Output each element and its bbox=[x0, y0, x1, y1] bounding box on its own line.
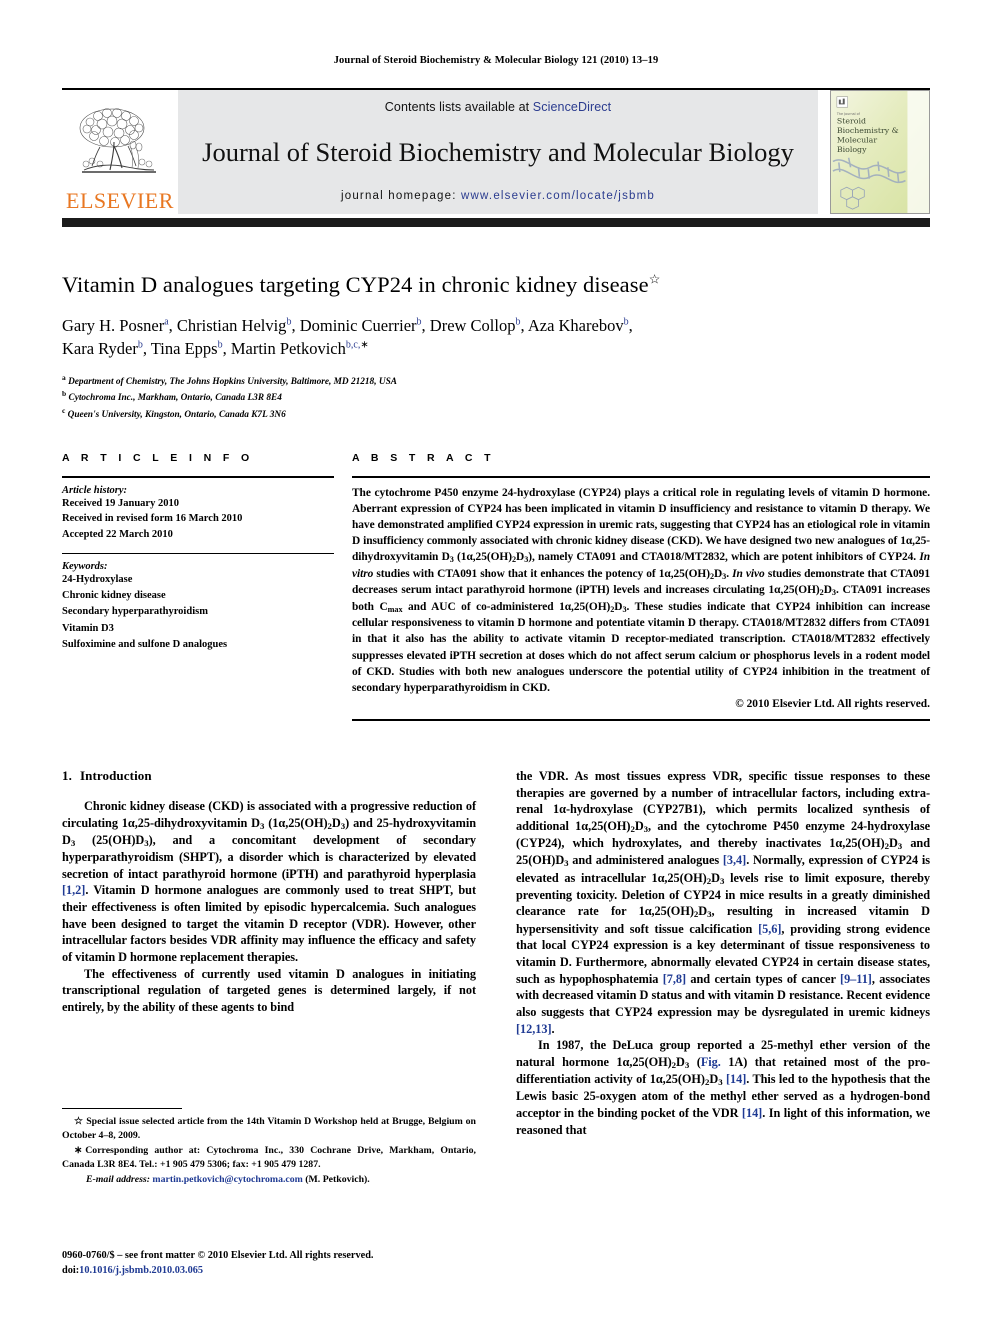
running-head: Journal of Steroid Biochemistry & Molecu… bbox=[333, 55, 659, 66]
abstract-heading: A B S T R A C T bbox=[352, 452, 495, 464]
footnote-special-issue: ☆ Special issue selected article from the… bbox=[62, 1115, 476, 1143]
body-column-left: 1. Introduction Chronic kidney disease (C… bbox=[62, 768, 476, 1138]
elsevier-logo: ELSEVIER bbox=[62, 90, 178, 214]
paper-page: Journal of Steroid Biochemistry & Molecu… bbox=[0, 0, 992, 1323]
citation-ref[interactable]: [3,4] bbox=[723, 853, 746, 867]
elsevier-wordmark: ELSEVIER bbox=[66, 188, 174, 213]
affiliation-b-mark: b bbox=[62, 389, 67, 399]
article-info-heading: A R T I C L E I N F O bbox=[62, 452, 254, 464]
citation-ref[interactable]: [1,2] bbox=[62, 883, 85, 897]
title-block: Vitamin D analogues targeting CYP24 in c… bbox=[62, 272, 930, 422]
abstract-rule bbox=[352, 476, 930, 478]
paragraph-intro-1: Chronic kidney disease (CKD) is associat… bbox=[62, 799, 476, 964]
citation-ref[interactable]: [5,6] bbox=[758, 922, 781, 936]
abstract-text: The cytochrome P450 enzyme 24-hydroxylas… bbox=[352, 486, 931, 694]
affiliation-c-mark: c bbox=[62, 405, 66, 415]
masthead-band: Contents lists available at ScienceDirec… bbox=[178, 90, 818, 214]
issn-block: 0960-0760/$ – see front matter © 2010 El… bbox=[62, 1248, 502, 1278]
keyword-item: 24-Hydroxylase bbox=[62, 573, 133, 585]
column-gutter bbox=[334, 452, 352, 721]
article-title: Vitamin D analogues targeting CYP24 in c… bbox=[62, 272, 930, 298]
footnote-star-marker: ☆ bbox=[74, 1116, 84, 1128]
footnote-block: ☆ Special issue selected article from the… bbox=[62, 1108, 476, 1188]
svg-text:Biochemistry &: Biochemistry & bbox=[837, 126, 899, 135]
footnote-email: E-mail address: martin.petkovich@cytochr… bbox=[62, 1173, 476, 1187]
history-received: Received 19 January 2010 bbox=[62, 497, 179, 509]
masthead-bottom-rule bbox=[62, 218, 930, 227]
svg-text:Molecular: Molecular bbox=[837, 136, 878, 145]
journal-homepage-link[interactable]: www.elsevier.com/locate/jsbmb bbox=[461, 190, 655, 202]
svg-text:Steroid: Steroid bbox=[837, 117, 866, 126]
body-column-right: the VDR. As most tissues express VDR, sp… bbox=[516, 768, 930, 1138]
svg-text:Biology: Biology bbox=[837, 145, 867, 154]
email-owner: (M. Petkovich). bbox=[305, 1173, 370, 1185]
article-history-label: Article history: bbox=[62, 484, 128, 496]
affiliation-a-text: Department of Chemistry, The Johns Hopki… bbox=[68, 376, 397, 387]
doi-label: doi: bbox=[62, 1265, 80, 1277]
doi-line: doi:10.1016/j.jsbmb.2010.03.065 bbox=[62, 1263, 502, 1278]
sciencedirect-link[interactable]: ScienceDirect bbox=[533, 100, 611, 114]
abstract-bottom-rule bbox=[352, 718, 930, 721]
contents-available-line: Contents lists available at ScienceDirec… bbox=[385, 100, 611, 114]
journal-title: Journal of Steroid Biochemistry and Mole… bbox=[202, 136, 794, 167]
keyword-item: Sulfoximine and sulfone D analogues bbox=[62, 638, 228, 650]
article-title-text: Vitamin D analogues targeting CYP24 in c… bbox=[62, 272, 649, 297]
info-and-abstract: A R T I C L E I N F O Article history: R… bbox=[62, 452, 930, 721]
elsevier-tree-icon bbox=[79, 108, 156, 173]
affiliation-c-text: Queen's University, Kingston, Ontario, C… bbox=[67, 409, 286, 420]
journal-cover-image: The Journal of Steroid Biochemistry & Mo… bbox=[831, 91, 929, 213]
paragraph-intro-3: In 1987, the DeLuca group reported a 25-… bbox=[516, 1038, 930, 1137]
citation-ref[interactable]: [7,8] bbox=[663, 972, 686, 986]
abstract-copyright: © 2010 Elsevier Ltd. All rights reserved… bbox=[735, 697, 930, 710]
citation-ref[interactable]: [12,13] bbox=[516, 1022, 552, 1036]
keywords-label: Keywords: bbox=[62, 560, 108, 572]
journal-cover-thumbnail: The Journal of Steroid Biochemistry & Mo… bbox=[830, 90, 930, 214]
body-gutter bbox=[476, 768, 516, 1138]
affiliation-b-text: Cytochroma Inc., Markham, Ontario, Canad… bbox=[68, 393, 282, 404]
footnote-asterisk-marker: ∗ bbox=[74, 1145, 83, 1156]
affiliation-a: a Department of Chemistry, The Johns Hop… bbox=[62, 373, 930, 390]
keyword-item: Secondary hyperparathyroidism bbox=[62, 606, 208, 618]
journal-masthead: ELSEVIER Contents lists available at Sci… bbox=[62, 88, 930, 227]
section-number: 1. bbox=[62, 768, 72, 783]
keywords-rule bbox=[62, 552, 334, 554]
paragraph-intro-2-cont: the VDR. As most tissues express VDR, sp… bbox=[516, 769, 931, 1036]
footnote-corresponding-text: Corresponding author at: Cytochroma Inc.… bbox=[62, 1145, 476, 1170]
affiliation-list: a Department of Chemistry, The Johns Hop… bbox=[62, 373, 930, 423]
footnote-special-issue-text: Special issue selected article from the … bbox=[62, 1116, 476, 1142]
author-list: Gary H. Posnera, Christian Helvigb, Domi… bbox=[62, 315, 633, 359]
history-accepted: Accepted 22 March 2010 bbox=[62, 529, 173, 541]
footnote-rule bbox=[62, 1108, 182, 1110]
issn-line: 0960-0760/$ – see front matter © 2010 El… bbox=[62, 1250, 374, 1261]
figure-ref[interactable]: Fig. bbox=[701, 1055, 721, 1069]
section-title: Introduction bbox=[79, 768, 152, 783]
affiliation-a-mark: a bbox=[62, 372, 66, 382]
doi-link[interactable]: 10.1016/j.jsbmb.2010.03.065 bbox=[79, 1265, 203, 1276]
citation-ref[interactable]: [14] bbox=[726, 1072, 746, 1086]
contents-prefix: Contents lists available at bbox=[384, 100, 533, 114]
section-heading-introduction: 1. Introduction bbox=[62, 768, 476, 784]
history-revised: Received in revised form 16 March 2010 bbox=[62, 513, 243, 525]
paragraph-intro-2: The effectiveness of currently used vita… bbox=[62, 966, 476, 1014]
email-address-label: E-mail address: bbox=[86, 1173, 150, 1185]
keyword-item: Vitamin D3 bbox=[62, 622, 114, 634]
citation-ref[interactable]: [9–11] bbox=[840, 972, 872, 986]
article-info-rule bbox=[62, 476, 334, 478]
article-info-column: A R T I C L E I N F O Article history: R… bbox=[62, 452, 334, 721]
keyword-item: Chronic kidney disease bbox=[62, 590, 166, 602]
email-address-link[interactable]: martin.petkovich@cytochroma.com bbox=[152, 1174, 302, 1185]
citation-ref[interactable]: [14] bbox=[742, 1106, 762, 1120]
homepage-prefix: journal homepage: bbox=[340, 190, 462, 202]
title-footnote-marker: ☆ bbox=[648, 271, 661, 287]
svg-text:The Journal of: The Journal of bbox=[836, 112, 861, 116]
journal-homepage-line: journal homepage: www.elsevier.com/locat… bbox=[341, 190, 655, 202]
footnote-corresponding-author: ∗ Corresponding author at: Cytochroma Inc… bbox=[62, 1144, 476, 1172]
affiliation-c: c Queen's University, Kingston, Ontario,… bbox=[62, 406, 930, 423]
abstract-column: A B S T R A C T The cytochrome P450 enzy… bbox=[352, 452, 930, 721]
affiliation-b: b Cytochroma Inc., Markham, Ontario, Can… bbox=[62, 389, 930, 406]
body-columns: 1. Introduction Chronic kidney disease (C… bbox=[62, 768, 930, 1138]
